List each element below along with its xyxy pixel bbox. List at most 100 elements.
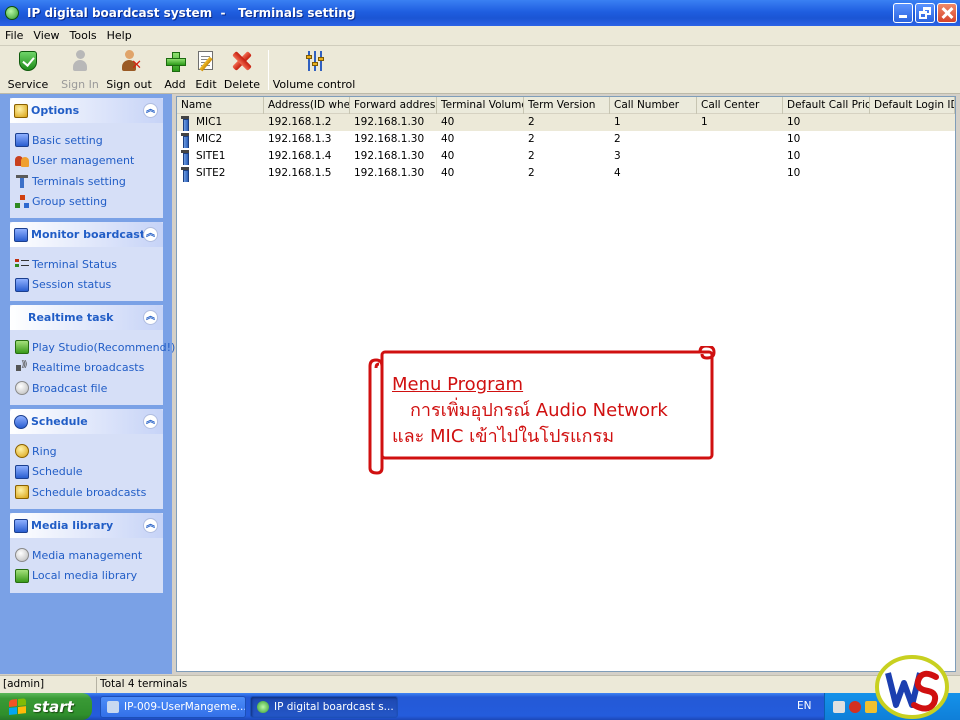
menu-bar: File View Tools Help [0, 26, 960, 46]
cell-term-version: 2 [528, 133, 535, 145]
close-button[interactable] [937, 3, 957, 23]
cell-call-center [697, 148, 783, 165]
realtime-group-header[interactable]: Realtime task ︽ [10, 305, 163, 330]
session-icon [15, 277, 29, 292]
menu-help[interactable]: Help [102, 29, 137, 42]
status-bar: [admin] Total 4 terminals [0, 675, 960, 693]
sidebar-item-schedule-broadcasts[interactable]: Schedule broadcasts [15, 482, 163, 503]
sidebar-item-terminals-setting[interactable]: Terminals setting [15, 171, 163, 192]
column-term-version[interactable]: Term Version [524, 97, 610, 114]
calendar-icon [15, 464, 29, 479]
collapse-chevron-icon[interactable]: ︽ [143, 414, 158, 429]
sign-in-user-icon [69, 50, 91, 72]
cell-default-login-id [870, 114, 955, 131]
sign-in-button[interactable]: Sign In [60, 46, 100, 92]
status-user: [admin] [0, 676, 97, 693]
column-call-number[interactable]: Call Number [610, 97, 697, 114]
windows-flag-icon [9, 697, 27, 716]
sidebar-item-ring[interactable]: Ring [15, 441, 163, 462]
media-group-header[interactable]: Media library ︽ [10, 513, 163, 538]
taskbar-item-ip-boardcast[interactable]: IP digital boardcast s... [250, 695, 398, 718]
column-default-call-priority[interactable]: Default Call Prior... [783, 97, 870, 114]
app-icon [257, 700, 269, 713]
restore-button[interactable] [915, 3, 935, 23]
play-studio-icon [15, 340, 29, 355]
schedule-group-header[interactable]: Schedule ︽ [10, 409, 163, 434]
volume-sliders-icon [303, 50, 325, 72]
collapse-chevron-icon[interactable]: ︽ [143, 227, 158, 242]
schedule-group: Schedule ︽ Ring Schedule Schedule broadc… [10, 409, 163, 509]
edit-button[interactable]: Edit [194, 46, 218, 92]
column-terminal-volume[interactable]: Terminal Volume [437, 97, 524, 114]
table-row[interactable]: SITE1 192.168.1.4 192.168.1.30 40 2 3 10 [177, 148, 955, 165]
task-pane: Options ︽ Basic setting User management … [0, 94, 175, 674]
callout-title: Menu Program [392, 374, 524, 395]
volume-control-button[interactable]: Volume control [273, 46, 355, 92]
collapse-chevron-icon[interactable]: ︽ [143, 310, 158, 325]
table-row[interactable]: MIC1 192.168.1.2 192.168.1.30 40 2 1 1 10 [177, 114, 955, 131]
sign-out-user-icon: ✕ [118, 50, 142, 72]
sidebar-item-basic-setting[interactable]: Basic setting [15, 130, 163, 151]
sidebar-item-broadcast-file[interactable]: Broadcast file [15, 378, 163, 399]
language-indicator[interactable]: EN [797, 700, 812, 712]
callout-line-2: และ MIC เข้าไปในโปรแกรม [392, 426, 615, 447]
network-icon[interactable] [833, 700, 845, 713]
annotation-callout: Menu Program การเพิ่มอุปกรณ์ Audio Netwo… [366, 346, 718, 476]
cell-address: 192.168.1.4 [268, 150, 332, 162]
cell-forward-address: 192.168.1.30 [354, 150, 425, 162]
tools-icon [14, 103, 28, 118]
menu-tools[interactable]: Tools [65, 29, 102, 42]
cell-address: 192.168.1.3 [268, 133, 332, 145]
minimize-button[interactable] [893, 3, 913, 23]
menu-view[interactable]: View [28, 29, 64, 42]
table-row[interactable]: SITE2 192.168.1.5 192.168.1.30 40 2 4 10 [177, 165, 955, 182]
column-call-center[interactable]: Call Center [697, 97, 783, 114]
start-button[interactable]: start [0, 693, 92, 720]
list-body: MIC1 192.168.1.2 192.168.1.30 40 2 1 1 10 MIC2 19… [177, 114, 955, 182]
column-name[interactable]: Name [177, 97, 264, 114]
cell-term-version: 2 [528, 167, 535, 179]
terminal-mic-icon [179, 132, 191, 148]
cell-call-number: 4 [614, 167, 621, 179]
callout-text: Menu Program การเพิ่มอุปกรณ์ Audio Netwo… [392, 372, 668, 450]
toolbar-separator [268, 50, 269, 90]
table-row[interactable]: MIC2 192.168.1.3 192.168.1.30 40 2 2 10 [177, 131, 955, 148]
taskbar-item-usermanagement[interactable]: IP-009-UserMangeme... [100, 695, 246, 718]
sign-out-button[interactable]: ✕ Sign out [106, 46, 152, 92]
delete-button[interactable]: Delete [224, 46, 260, 92]
sidebar-item-session-status[interactable]: Session status [15, 275, 163, 296]
service-button[interactable]: Service [6, 46, 50, 92]
column-default-login-id[interactable]: Default Login ID [870, 97, 955, 114]
list-header: Name Address(ID whe... Forward address T… [177, 97, 955, 114]
column-address[interactable]: Address(ID whe... [264, 97, 350, 114]
local-library-icon [15, 568, 29, 583]
sidebar-item-play-studio[interactable]: Play Studio(Recommend!) [15, 337, 175, 358]
cell-forward-address: 192.168.1.30 [354, 167, 425, 179]
sidebar-item-group-setting[interactable]: Group setting [15, 192, 163, 213]
sidebar-item-schedule[interactable]: Schedule [15, 462, 163, 483]
media-library-icon [14, 518, 28, 533]
add-plus-icon [164, 50, 186, 72]
sidebar-item-media-management[interactable]: Media management [15, 545, 163, 566]
sidebar-item-terminal-status[interactable]: Terminal Status [15, 254, 163, 275]
status-total: Total 4 terminals [100, 677, 188, 690]
menu-file[interactable]: File [0, 29, 28, 42]
sidebar-item-realtime-broadcasts[interactable]: Realtime broadcasts [15, 358, 163, 379]
monitor-icon [14, 227, 28, 242]
media-group: Media library ︽ Media management Local m… [10, 513, 163, 593]
ring-clock-icon [15, 444, 29, 459]
cell-default-call-priority: 10 [787, 133, 801, 145]
realtime-group: Realtime task ︽ Play Studio(Recommend!) … [10, 305, 175, 405]
schedule-clock-icon [14, 414, 28, 429]
monitor-group-header[interactable]: Monitor boardcast ︽ [10, 222, 163, 247]
sidebar-item-local-media-library[interactable]: Local media library [15, 566, 163, 587]
collapse-chevron-icon[interactable]: ︽ [143, 103, 158, 118]
add-button[interactable]: Add [162, 46, 188, 92]
sidebar-item-user-management[interactable]: User management [15, 151, 163, 172]
options-group-header[interactable]: Options ︽ [10, 98, 163, 123]
security-shield-icon[interactable] [849, 700, 861, 713]
collapse-chevron-icon[interactable]: ︽ [143, 518, 158, 533]
users-icon [15, 154, 29, 168]
speaker-icon [15, 360, 29, 375]
column-forward-address[interactable]: Forward address [350, 97, 437, 114]
